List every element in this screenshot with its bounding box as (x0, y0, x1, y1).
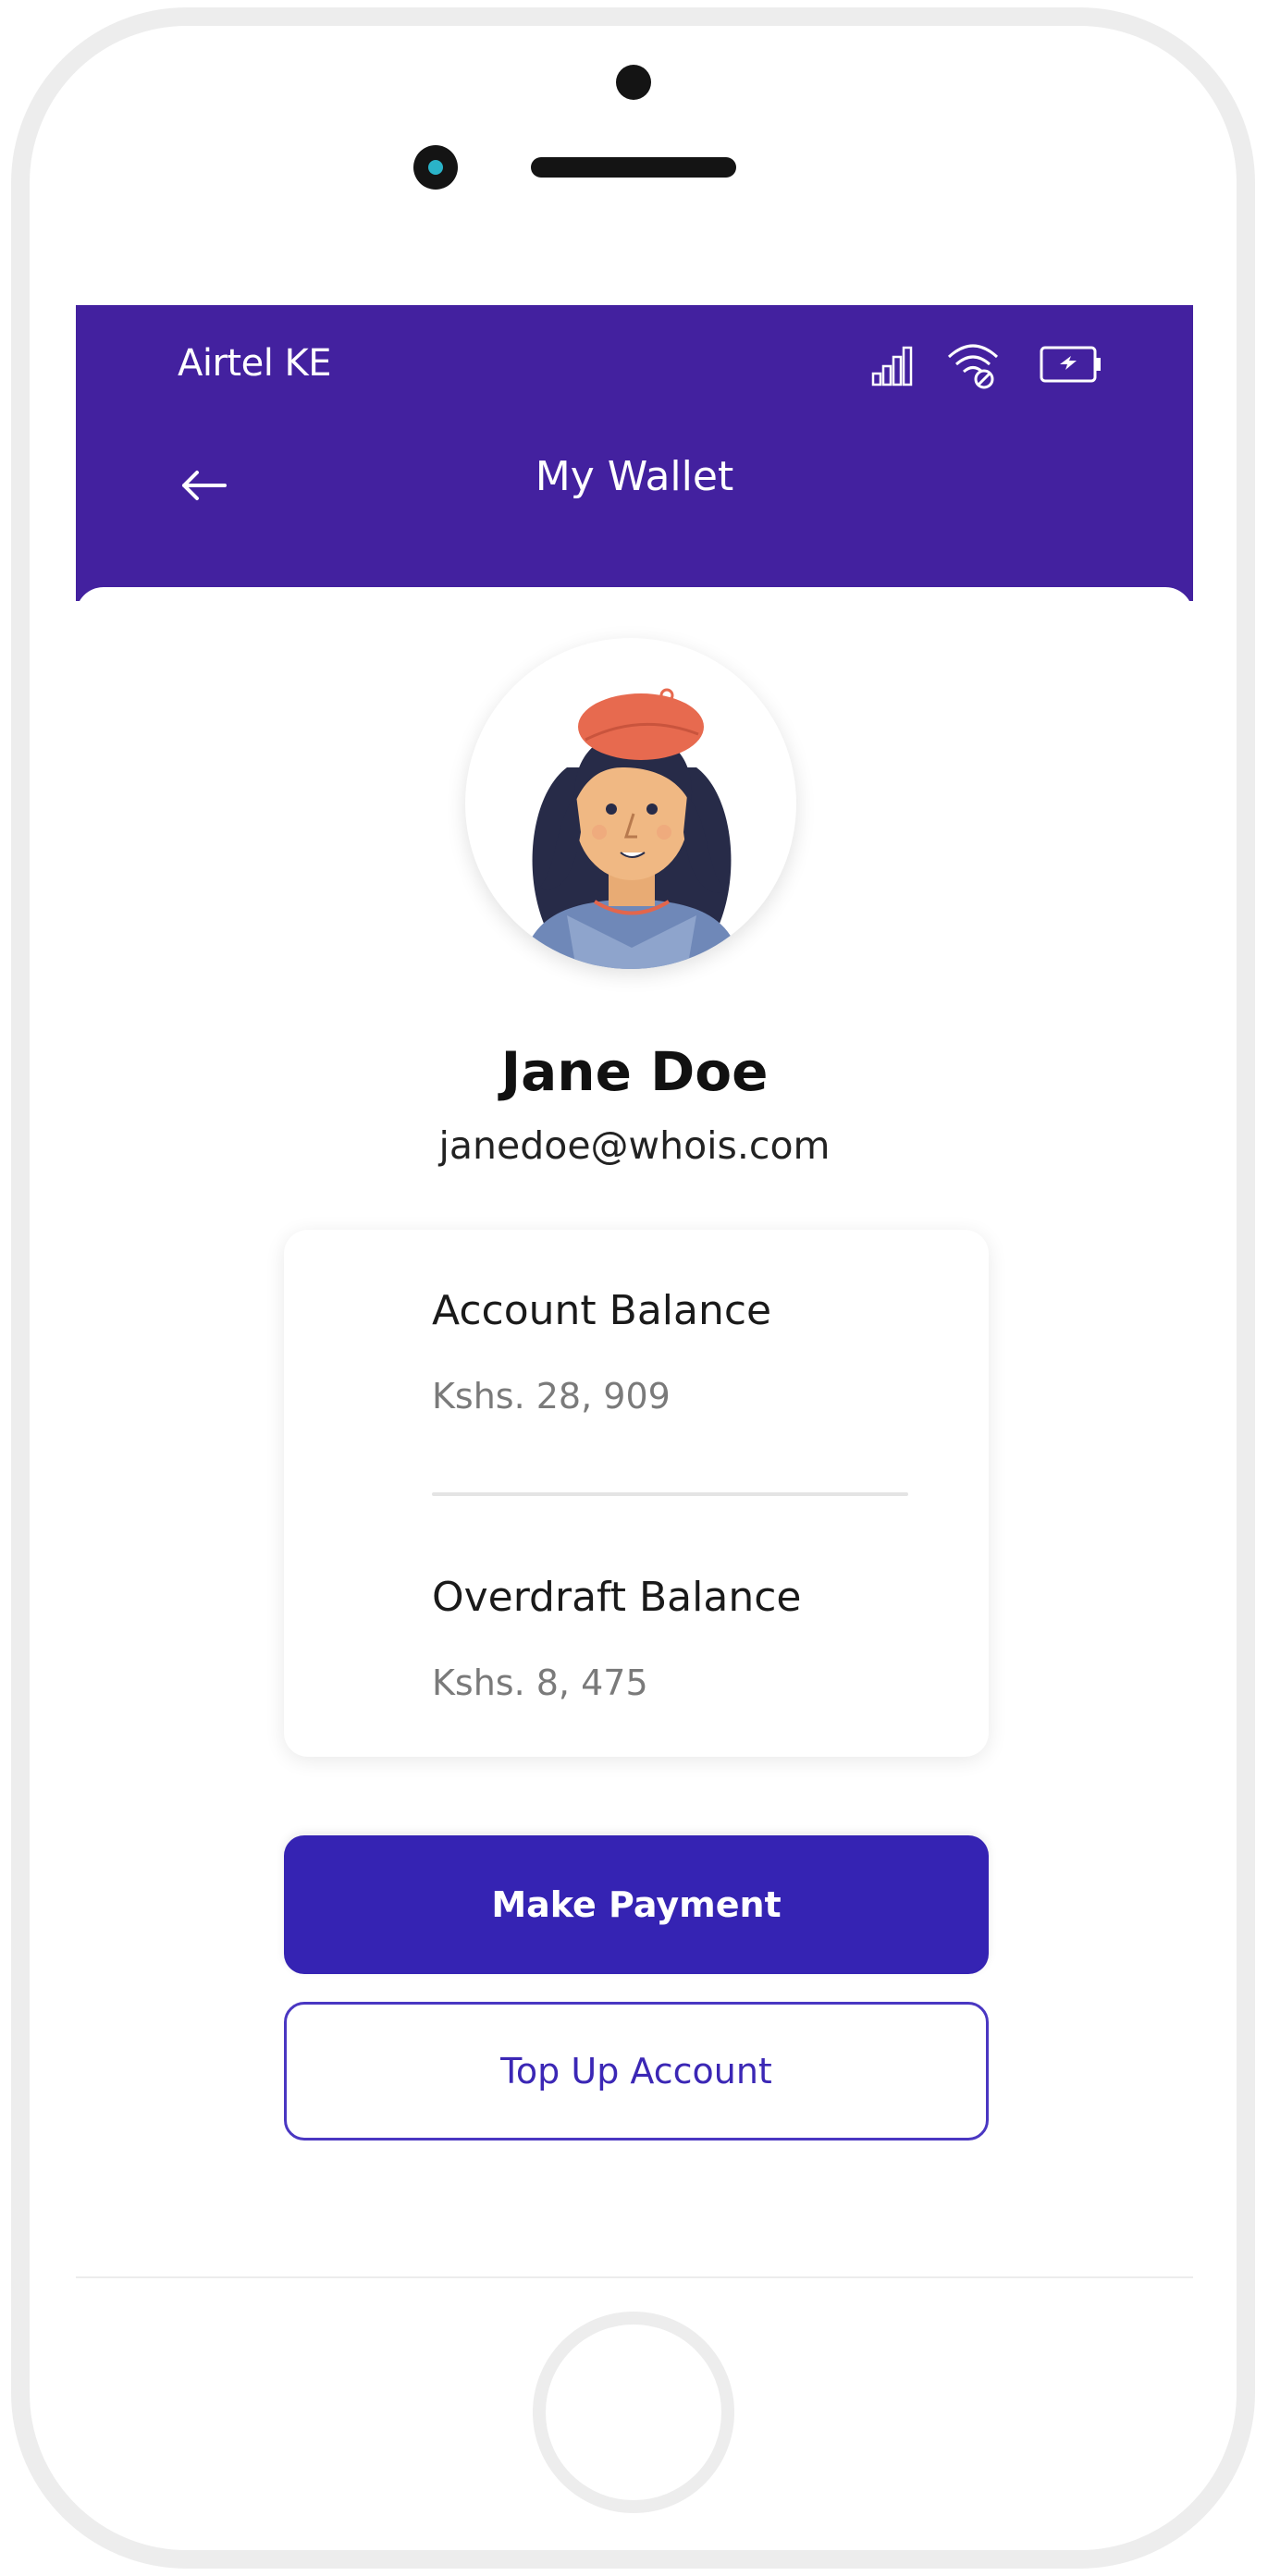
screen-bottom-edge (76, 2276, 1193, 2278)
user-name: Jane Doe (500, 1040, 769, 1103)
battery-icon (1040, 346, 1101, 383)
app-header: Airtel KE My Wallet (76, 305, 1193, 601)
top-up-account-button[interactable]: Top Up Account (284, 2002, 989, 2141)
balance-card: Account Balance Kshs. 28, 909 Overdraft … (284, 1230, 989, 1757)
overdraft-balance-value: Kshs. 8, 475 (432, 1662, 648, 1703)
signal-icon (871, 346, 913, 386)
home-button[interactable] (533, 2312, 734, 2513)
earpiece-speaker (531, 157, 736, 178)
balance-divider (432, 1492, 908, 1496)
overdraft-balance-label: Overdraft Balance (432, 1574, 802, 1621)
carrier-name: Airtel KE (178, 342, 332, 385)
app-screen: Airtel KE My Wallet Jane Doe janedoe@who… (76, 305, 1193, 2276)
account-balance-label: Account Balance (432, 1287, 772, 1334)
page-title: My Wallet (535, 453, 734, 500)
account-balance-value: Kshs. 28, 909 (432, 1376, 671, 1417)
wallet-card: Jane Doe janedoe@whois.com Account Balan… (76, 587, 1193, 2276)
proximity-sensor (616, 65, 651, 100)
user-email: janedoe@whois.com (438, 1123, 831, 1168)
wifi-icon (947, 344, 999, 389)
avatar (465, 638, 796, 969)
make-payment-button[interactable]: Make Payment (284, 1835, 989, 1974)
woman-avatar-illustration (521, 688, 743, 969)
front-camera (413, 145, 458, 190)
